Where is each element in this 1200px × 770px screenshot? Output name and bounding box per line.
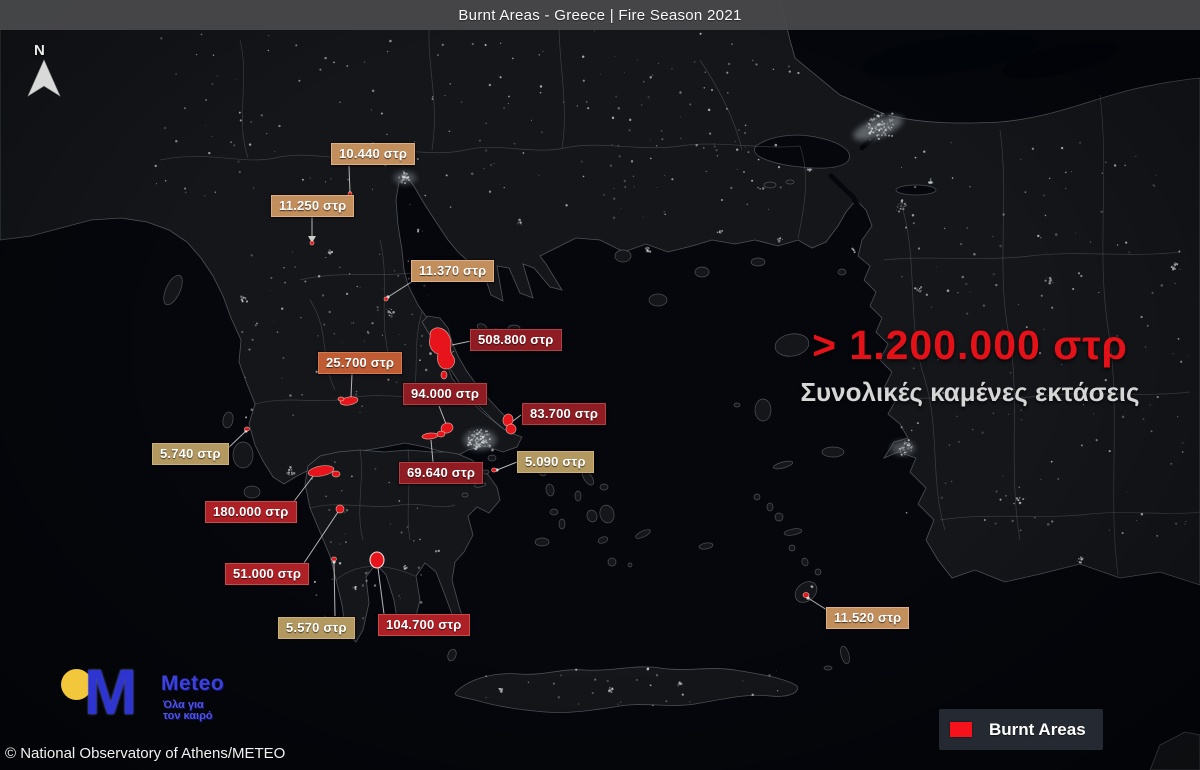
title-bar: Burnt Areas - Greece | Fire Season 2021 <box>0 0 1200 30</box>
burnt-area-shape <box>245 427 250 431</box>
logo-tagline: Όλα για τον καιρό <box>163 700 213 722</box>
burnt-area-shape <box>310 241 314 245</box>
area-label: 5.740 στρ <box>152 443 229 465</box>
area-label: 10.440 στρ <box>331 143 415 165</box>
total-burnt-subtitle: Συνολικές καμένες εκτάσεις <box>760 377 1180 408</box>
burnt-area-shape <box>332 471 340 477</box>
burnt-areas-map-infographic: Burnt Areas - Greece | Fire Season 2021 … <box>0 0 1200 770</box>
area-label: 5.570 στρ <box>278 617 355 639</box>
burnt-areas-swatch <box>950 722 972 737</box>
burnt-area-shape <box>506 424 516 434</box>
area-label: 104.700 στρ <box>378 614 470 636</box>
area-label: 5.090 στρ <box>517 451 594 473</box>
burnt-area-shape <box>384 297 388 301</box>
area-label: 11.370 στρ <box>411 260 494 282</box>
burnt-area-shape <box>336 505 344 513</box>
area-label: 51.000 στρ <box>225 563 309 585</box>
total-burnt-stat: > 1.200.000 στρ Συνολικές καμένες εκτάσε… <box>760 322 1180 408</box>
burnt-area-shape <box>492 468 497 472</box>
map-title: Burnt Areas - Greece | Fire Season 2021 <box>458 7 741 24</box>
burnt-area-shape <box>437 431 445 437</box>
north-arrow: N <box>20 42 68 104</box>
logo-brand: Meteo <box>161 672 224 696</box>
area-label: 94.000 στρ <box>403 383 487 405</box>
logo-monogram: M <box>84 655 137 729</box>
burnt-area-shape <box>370 552 384 568</box>
burnt-area-shape <box>338 397 344 401</box>
area-label: 508.800 στρ <box>470 329 562 351</box>
area-label: 83.700 στρ <box>522 403 606 425</box>
total-burnt-headline: > 1.200.000 στρ <box>760 322 1180 369</box>
meteo-logo: M Meteo Όλα για τον καιρό <box>55 660 245 738</box>
area-label: 69.640 στρ <box>399 462 483 484</box>
north-label: N <box>34 42 45 59</box>
area-label: 25.700 στρ <box>318 352 402 374</box>
legend-label: Burnt Areas <box>989 720 1086 740</box>
area-label: 11.520 στρ <box>826 607 909 629</box>
copyright-text: © National Observatory of Athens/METEO <box>5 745 285 762</box>
area-label: 11.250 στρ <box>271 195 354 217</box>
burnt-area-shape <box>441 371 447 379</box>
burnt-area-shape <box>332 557 337 561</box>
burnt-area-shape <box>803 593 809 598</box>
area-label: 180.000 στρ <box>205 501 297 523</box>
legend: Burnt Areas <box>939 709 1103 750</box>
